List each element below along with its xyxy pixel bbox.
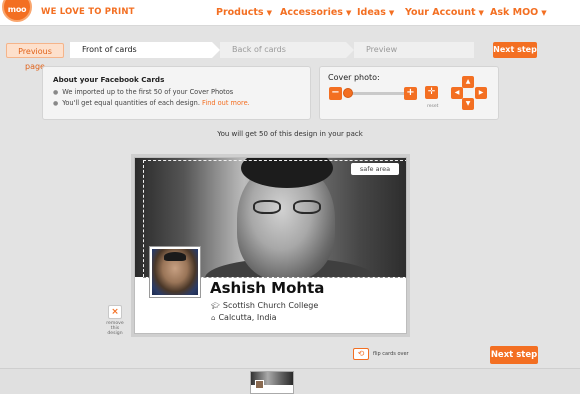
previous-page-button[interactable]: Previous page (6, 43, 64, 71)
profile-photo (149, 246, 201, 298)
card-school: 🎓︎ Scottish Church College (211, 301, 318, 310)
step-progress: Front of cards Back of cards Preview (70, 42, 482, 58)
cover-photo-title: Cover photo: (328, 73, 380, 82)
business-card-preview[interactable]: safe area Ashish Mohta 🎓︎ Scottish Church… (134, 157, 407, 334)
nav-label: Accessories (280, 7, 343, 18)
arrow-right-icon: ▶ (478, 89, 484, 96)
design-thumbnail[interactable] (250, 371, 294, 394)
info-panel-title: About your Facebook Cards (53, 75, 165, 84)
nav-label: Products (216, 7, 264, 18)
moo-logo[interactable]: moo (2, 0, 32, 22)
nav-label: Ideas (357, 7, 386, 18)
arrow-down-icon: ▼ (465, 100, 471, 107)
step-arrow (346, 42, 354, 58)
top-header: moo WE LOVE TO PRINT Products ▼ Accessori… (0, 0, 580, 26)
bullet-icon: ● (53, 89, 59, 96)
reset-crosshair-button[interactable]: ✛ (425, 86, 438, 99)
chevron-down-icon: ▼ (478, 9, 484, 17)
chevron-down-icon: ▼ (541, 9, 547, 17)
card-school-text: Scottish Church College (222, 301, 319, 310)
bullet-icon: ● (53, 100, 59, 107)
pan-right-button[interactable]: ▶ (475, 87, 487, 99)
logo-text: moo (7, 5, 27, 14)
find-out-more-link[interactable]: Find out more. (202, 99, 250, 107)
safe-area-label: safe area (351, 163, 399, 175)
nav-ideas[interactable]: Ideas ▼ (357, 7, 394, 18)
card-location: ⌂ Calcutta, India (211, 313, 277, 322)
step-arrow (212, 42, 220, 58)
arrow-up-icon: ▲ (465, 78, 471, 85)
card-name: Ashish Mohta (210, 279, 325, 297)
reset-label: reset (427, 104, 439, 109)
chevron-down-icon: ▼ (266, 9, 272, 17)
pan-up-button[interactable]: ▲ (462, 76, 474, 88)
zoom-slider[interactable] (343, 88, 413, 98)
home-icon: ⌂ (211, 314, 216, 322)
zoom-in-button[interactable]: + (404, 87, 417, 100)
remove-design-button[interactable]: × (108, 305, 122, 319)
pack-quantity-text: You will get 50 of this design in your p… (217, 130, 363, 138)
nav-label: Ask MOO (490, 7, 539, 18)
chevron-down-icon: ▼ (345, 9, 352, 17)
remove-design-label: remove this design (106, 321, 124, 337)
arrow-left-icon: ◀ (454, 89, 460, 96)
facebook-cards-info-panel: About your Facebook Cards ● We imported u… (42, 66, 311, 120)
step-preview[interactable]: Preview (354, 42, 474, 58)
info-bullet: ● You'll get equal quantities of each des… (53, 99, 250, 107)
next-step-button[interactable]: Next step (493, 42, 537, 58)
nav-products[interactable]: Products ▼ (216, 7, 272, 18)
graduation-cap-icon: 🎓︎ (211, 302, 220, 310)
pan-left-button[interactable]: ◀ (451, 87, 463, 99)
info-bullet-text: We imported up to the first 50 of your C… (62, 88, 234, 96)
chevron-down-icon: ▼ (388, 9, 395, 17)
zoom-out-button[interactable]: − (329, 87, 342, 100)
step-front-of-cards[interactable]: Front of cards (70, 42, 212, 58)
step-back-of-cards[interactable]: Back of cards (220, 42, 346, 58)
nav-your-account[interactable]: Your Account ▼ (405, 7, 484, 18)
card-location-text: Calcutta, India (218, 313, 277, 322)
flip-icon: ⟲ (357, 349, 365, 358)
info-bullet: ● We imported up to the first 50 of your … (53, 88, 233, 96)
flip-cards-button[interactable]: ⟲ (353, 348, 369, 360)
info-bullet-text: You'll get equal quantities of each desi… (62, 99, 200, 107)
next-step-button-bottom[interactable]: Next step (490, 346, 538, 364)
tagline: WE LOVE TO PRINT (41, 7, 135, 17)
nav-ask-moo[interactable]: Ask MOO ▼ (490, 7, 547, 18)
nav-label: Your Account (405, 7, 476, 18)
nav-accessories[interactable]: Accessories ▼ (280, 7, 351, 18)
pan-down-button[interactable]: ▼ (462, 98, 474, 110)
close-icon: × (111, 307, 119, 317)
crosshair-icon: ✛ (427, 87, 436, 97)
flip-cards-label[interactable]: flip cards over (373, 351, 409, 357)
